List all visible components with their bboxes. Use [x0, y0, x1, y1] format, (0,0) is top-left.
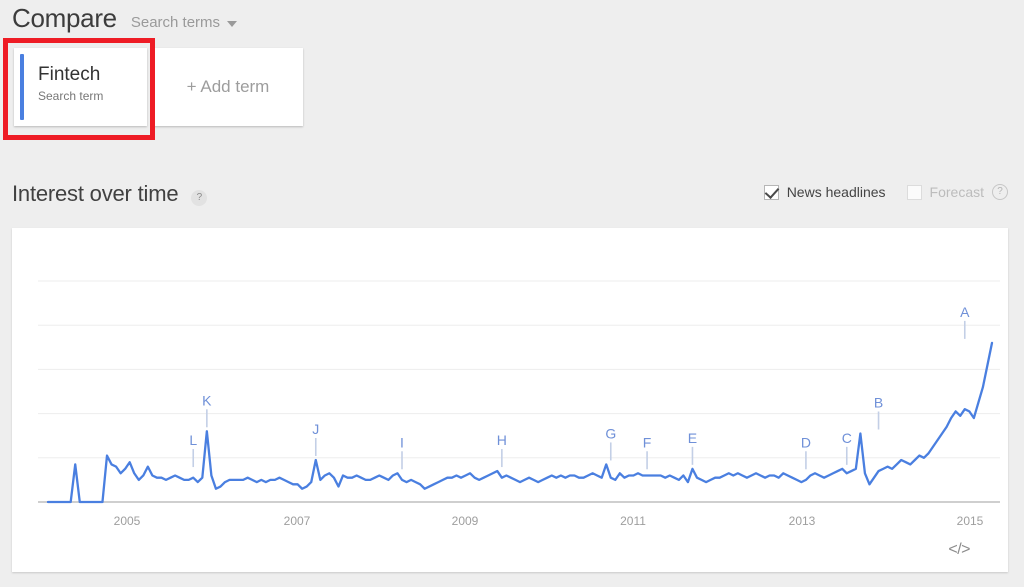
svg-text:2013: 2013 — [789, 514, 816, 528]
chart-svg: 2005 2007 2009 2011 2013 2015 K L J I H G F E D C B A — [38, 280, 1000, 528]
svg-text:C: C — [842, 430, 852, 446]
term-card-title: Fintech — [38, 64, 101, 85]
svg-text:2011: 2011 — [620, 514, 646, 528]
interest-over-time-header: Interest over time ? — [12, 181, 208, 207]
svg-text:2009: 2009 — [452, 514, 479, 528]
term-cards-row: Fintech Search term + Add term — [14, 48, 303, 126]
news-headlines-toggle[interactable]: News headlines — [763, 184, 886, 200]
svg-text:2005: 2005 — [114, 514, 141, 528]
svg-text:2007: 2007 — [284, 514, 311, 528]
svg-text:E: E — [688, 430, 697, 446]
help-icon[interactable]: ? — [191, 190, 208, 206]
term-card-subtitle: Search term — [38, 89, 104, 103]
add-term-button[interactable]: + Add term — [153, 48, 303, 126]
svg-text:A: A — [960, 304, 970, 320]
term-accent-bar — [20, 54, 24, 120]
forecast-help-icon[interactable]: ? — [992, 184, 1008, 200]
svg-text:L: L — [189, 432, 197, 448]
forecast-checkbox[interactable] — [906, 184, 922, 200]
chart-panel: 2005 2007 2009 2011 2013 2015 K L J I H G F E D C B A </> — [12, 228, 1008, 572]
forecast-label: Forecast — [929, 184, 984, 200]
compare-header: Compare Search terms — [12, 2, 238, 34]
term-card-fintech[interactable]: Fintech Search term — [14, 48, 147, 126]
news-headlines-checkbox[interactable] — [763, 184, 779, 200]
svg-text:D: D — [801, 434, 811, 450]
add-term-label: + Add term — [186, 77, 270, 96]
svg-text:F: F — [643, 434, 652, 450]
svg-text:K: K — [202, 392, 212, 408]
embed-code-icon[interactable]: </> — [948, 541, 970, 559]
svg-text:I: I — [400, 434, 404, 450]
chart-toggles: News headlines Forecast ? — [763, 184, 1008, 200]
chevron-down-icon — [227, 20, 238, 27]
search-terms-dropdown-label: Search terms — [130, 14, 221, 31]
svg-text:G: G — [605, 425, 616, 441]
svg-text:H: H — [497, 432, 507, 448]
svg-text:2015: 2015 — [957, 514, 984, 528]
interest-over-time-chart[interactable]: 2005 2007 2009 2011 2013 2015 K L J I H G F E D C B A — [12, 228, 1008, 528]
section-title: Interest over time — [12, 181, 179, 206]
svg-text:B: B — [874, 394, 883, 410]
page-title: Compare — [12, 3, 117, 33]
news-headlines-label: News headlines — [786, 184, 886, 200]
search-terms-dropdown[interactable]: Search terms — [130, 14, 238, 31]
svg-text:J: J — [312, 421, 319, 437]
forecast-toggle[interactable]: Forecast ? — [906, 184, 1008, 200]
